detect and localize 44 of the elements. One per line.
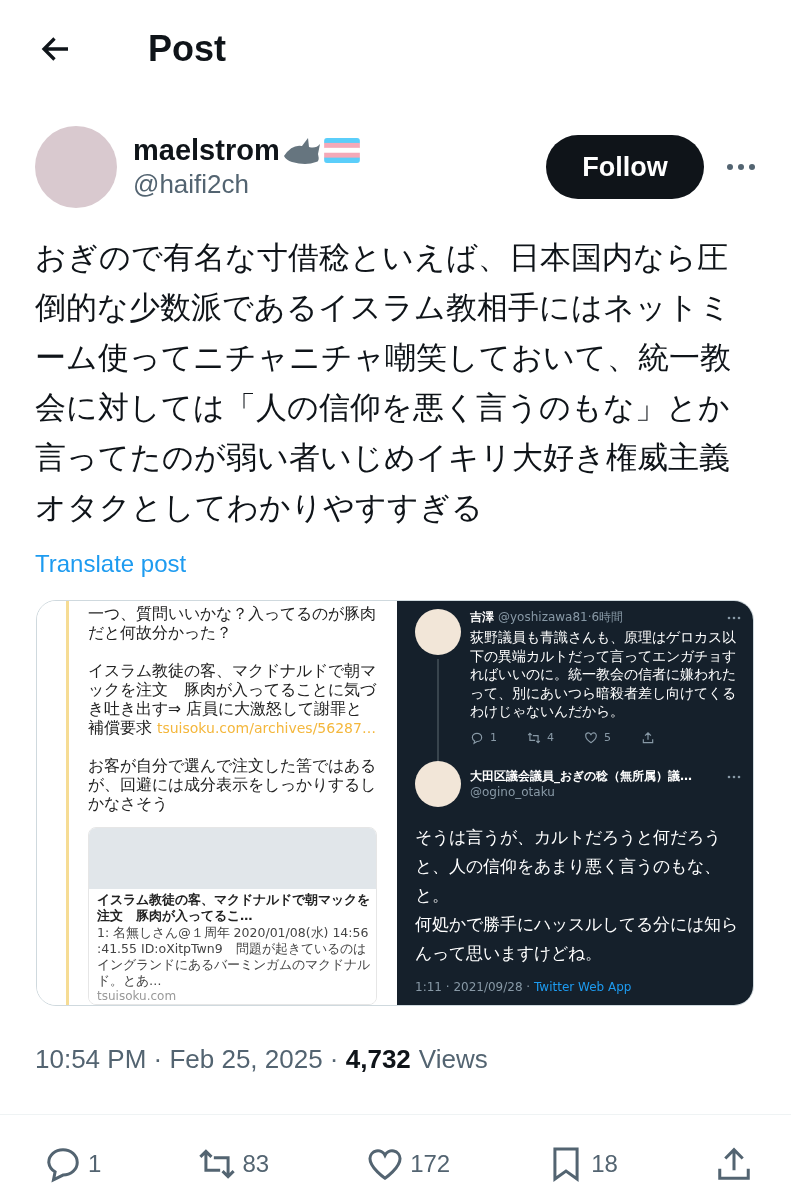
share-button[interactable]: [715, 1145, 753, 1183]
follow-button[interactable]: Follow: [546, 135, 704, 199]
tweet-text: そうは言うが、カルトだろうと何だろうと、人の信仰をあまり悪く言うのもな、と。: [415, 825, 722, 907]
display-name[interactable]: maelstrom: [133, 134, 280, 167]
more-icon: [727, 774, 741, 779]
card-snippet: 1: 名無しさん@１周年 2020/01/08(水) 14:56:41.55 ID:oXitpTwn9 問題が起きているのはイングランドにあるバーミンガムのマクドナルド。とあ…: [97, 925, 371, 989]
media-image[interactable]: [36, 600, 754, 1006]
tweet-handle: @yoshizawa81·6時間: [498, 609, 624, 626]
tweet-timestamp: 1:11 · 2021/09/28 · Twitter Web App: [415, 979, 633, 994]
repost-button[interactable]: 83: [198, 1145, 270, 1183]
reply-button[interactable]: 1: [44, 1145, 102, 1183]
link-card[interactable]: イスラム教徒の客、マクドナルドで朝マックを注文 豚肉が入ってるこ… 1: 名無しさん@１周年 2020/01/08(水) 14:56:41.55 ID:oXitpTwn9 問題が起きているのはイングランドにあるバーミンガムのマクドナルド。とあ… tsuisoku.com: [88, 827, 377, 1005]
tweet-handle: @ogino_otaku: [470, 785, 556, 799]
action-count: 1: [490, 731, 497, 744]
reply-icon: [44, 1145, 82, 1183]
post-text: おぎので有名な寸借稔といえば、日本国内なら圧倒的な少数派であるイスラム教相手にはネットミーム使ってニチャニチャ嘲笑しておいて、統一教会に対しては「人の信仰を悪く言うのもな」とか言ってたのが弱い者いじめイキリ大好き権威主義オタクとしてわかりやすすぎる: [35, 238, 732, 527]
avatar: [415, 609, 461, 655]
card-domain: tsuisoku.com: [97, 989, 178, 1004]
tweet-author: 吉澤: [470, 609, 494, 626]
tweet-author: 大田区議会議員_おぎの稔（無所属）議…: [470, 768, 692, 785]
card-title: イスラム教徒の客、マクドナルドで朝マックを注文 豚肉が入ってるこ…: [97, 892, 371, 924]
quoted-text: 一つ、質問いいかな？入ってるのが豚肉だと何故分かった？: [88, 605, 377, 643]
avatar: [415, 760, 461, 807]
share-icon: [641, 730, 655, 745]
like-button[interactable]: 172: [366, 1145, 451, 1183]
quoted-text: お客が自分で選んで注文した筈ではあるが、回避には成分表示をしっかりするしかなさそう: [88, 757, 377, 814]
share-icon: [715, 1145, 753, 1183]
action-count: 5: [604, 731, 611, 744]
post-timestamp: 10:54 PM · Feb 25, 2025 ·: [35, 1044, 340, 1075]
views-label: Views: [418, 1044, 488, 1075]
more-icon[interactable]: [726, 163, 756, 171]
quoted-text: イスラム教徒の客、マクドナルドで朝マックを注文 豚肉が入ってることに気づき吐き出す⇒ 店員に大激怒して謝罪と補償要求 tsuisoku.com/archives/56287…: [88, 662, 377, 738]
reply-icon: [470, 730, 484, 745]
more-icon: [727, 615, 741, 620]
user-handle[interactable]: @haifi2ch: [133, 169, 546, 200]
bookmark-button[interactable]: 18: [547, 1145, 618, 1183]
page-title: Post: [148, 28, 226, 70]
heart-icon: [584, 730, 598, 745]
flag-icon: [323, 138, 360, 163]
repost-icon: [527, 730, 541, 745]
action-count: 4: [547, 731, 554, 744]
view-count: 4,732: [345, 1044, 411, 1075]
tweet-text: 何処かで勝手にハッスルしてる分には知らんって思いますけどね。: [415, 912, 739, 965]
tweet-text: 荻野議員も青識さんも、原理はゲロカス以下の異端カルトだって言ってエンガチョすればいいのに。統一教会の信者に嫌われたって、別にあいつら暗殺者差し向けてくるわけじゃないんだから。: [470, 628, 737, 721]
